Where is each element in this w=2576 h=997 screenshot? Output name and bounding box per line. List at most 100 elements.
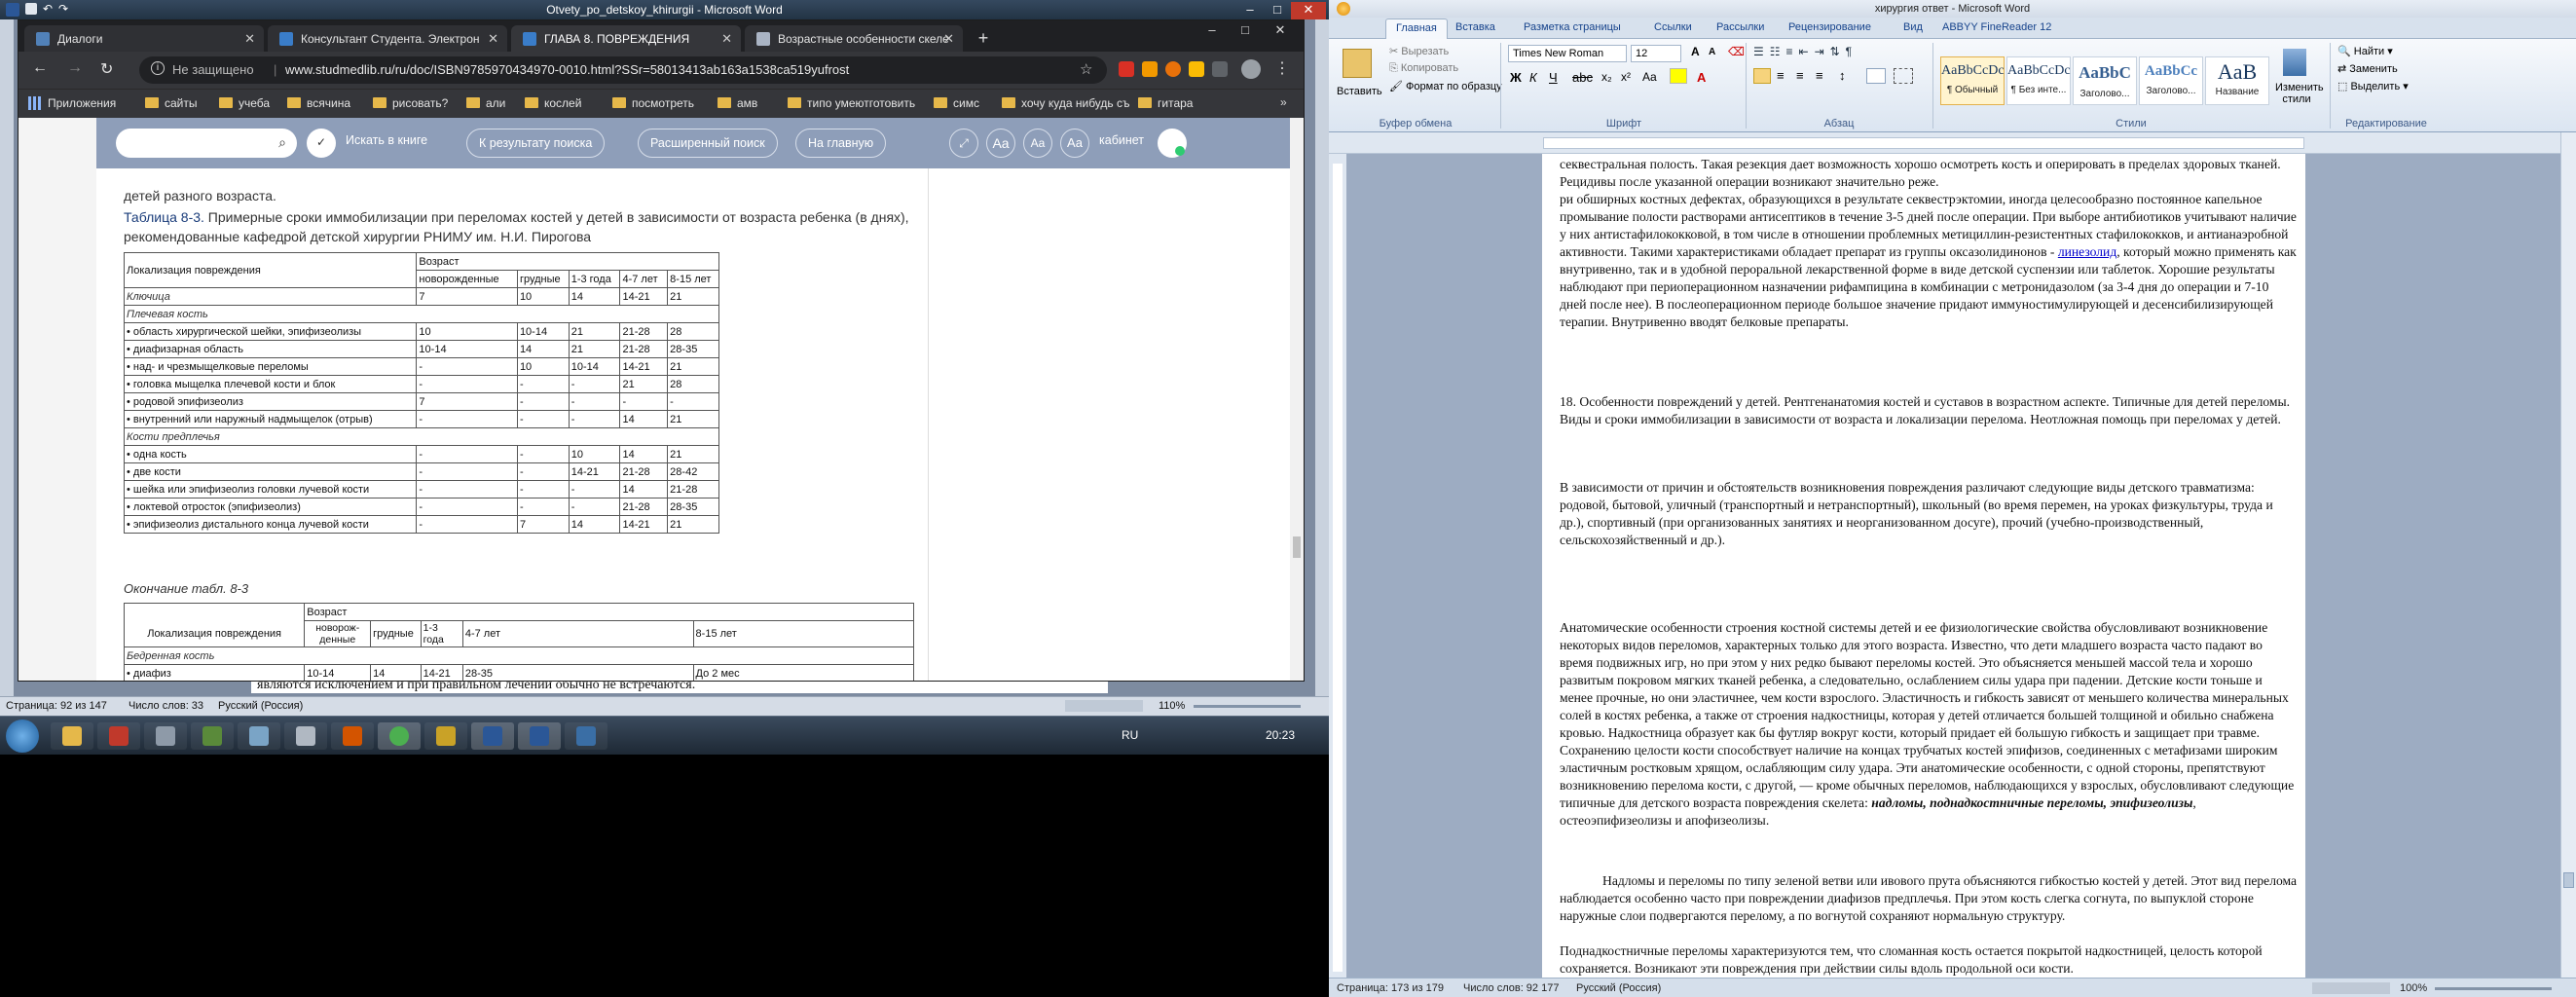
align-left-icon[interactable] — [1753, 68, 1771, 84]
extension-icon[interactable] — [1119, 61, 1134, 77]
start-button[interactable] — [6, 720, 39, 753]
search-icon[interactable]: ⌕ — [268, 129, 297, 158]
view-buttons[interactable] — [1065, 700, 1143, 712]
extension-icon[interactable] — [1212, 61, 1228, 77]
align-center-icon[interactable]: ≡ — [1777, 68, 1785, 83]
text-size-button[interactable]: Aa — [1060, 129, 1089, 158]
vertical-ruler[interactable] — [1329, 154, 1346, 978]
forward-icon[interactable]: → — [67, 59, 83, 77]
tab-consultant[interactable]: Консультант Студента. Электрон ✕ — [268, 25, 507, 52]
tab-insert[interactable]: Вставка — [1455, 21, 1495, 33]
tab-mailings[interactable]: Рассылки — [1716, 21, 1764, 33]
bookmark-folder[interactable]: всячина — [287, 96, 350, 110]
document-page[interactable]: секвестральная полость. Такая резекция д… — [1542, 154, 2305, 978]
scrollbar-thumb[interactable] — [1293, 536, 1301, 558]
grow-font-icon[interactable]: A — [1691, 45, 1700, 58]
taskbar-app[interactable] — [238, 722, 280, 750]
font-size-select[interactable]: 12 — [1631, 45, 1681, 62]
bookmark-folder[interactable]: амв — [718, 96, 757, 110]
paste-button[interactable]: Вставить — [1337, 86, 1382, 97]
tab-home[interactable]: Главная — [1385, 18, 1448, 39]
tab-references[interactable]: Ссылки — [1654, 21, 1692, 33]
taskbar-word[interactable] — [471, 722, 514, 750]
change-styles-button[interactable]: Изменить стили — [2275, 82, 2324, 105]
bookmark-folder[interactable]: учеба — [219, 96, 270, 110]
bookmark-folder[interactable]: хочу куда нибудь съ — [1002, 96, 1130, 110]
tab-review[interactable]: Рецензирование — [1788, 21, 1871, 33]
view-buttons[interactable] — [2312, 982, 2390, 994]
extension-icon[interactable] — [1189, 61, 1204, 77]
bookmark-folder[interactable]: типо умеютготовить — [788, 96, 915, 110]
home-button[interactable]: На главную — [795, 129, 887, 158]
vertical-scrollbar[interactable] — [2560, 132, 2576, 978]
text-size-button[interactable]: Aa — [1023, 129, 1052, 158]
bookmark-folder[interactable]: гитара — [1138, 96, 1193, 110]
font-name-select[interactable]: Times New Roman — [1508, 45, 1627, 62]
cabinet-link[interactable]: кабинет — [1099, 133, 1144, 147]
strike-icon[interactable]: abc — [1572, 70, 1593, 85]
list-icons[interactable]: ☰☷≡⇤⇥⇅¶ — [1753, 45, 1858, 58]
linezolid-link[interactable]: линезолид — [2058, 244, 2116, 259]
shading-icon[interactable] — [1866, 68, 1886, 84]
zoom-slider[interactable] — [2435, 987, 2552, 990]
close-button[interactable]: ✕ — [1291, 2, 1326, 19]
bold-icon[interactable]: Ж — [1510, 70, 1522, 85]
font-color-icon[interactable]: A — [1697, 70, 1706, 85]
star-icon[interactable]: ☆ — [1080, 60, 1092, 78]
search-in-book-button[interactable]: Искать в книге — [346, 133, 427, 147]
new-tab-button[interactable]: + — [973, 28, 994, 50]
taskbar-pdf[interactable] — [97, 722, 140, 750]
taskbar-chrome[interactable] — [378, 722, 421, 750]
close-icon[interactable]: ✕ — [488, 31, 498, 47]
replace-button[interactable]: ⇄ Заменить — [2337, 62, 2398, 75]
taskbar-app[interactable] — [284, 722, 327, 750]
shrink-font-icon[interactable]: A — [1709, 47, 1715, 57]
justify-icon[interactable]: ≡ — [1816, 68, 1823, 83]
more-bookmarks-icon[interactable]: » — [1280, 95, 1287, 109]
style-no-spacing[interactable]: AaBbCcDc ¶ Без инте... — [2006, 56, 2071, 105]
highlight-icon[interactable] — [1670, 68, 1687, 84]
copy-button[interactable]: ⎘ Копировать — [1389, 62, 1458, 75]
taskbar-app[interactable] — [144, 722, 187, 750]
chrome-close-button[interactable]: ✕ — [1267, 22, 1294, 40]
tab-page-layout[interactable]: Разметка страницы — [1524, 21, 1621, 33]
page-count[interactable]: Страница: 173 из 179 — [1337, 982, 1444, 994]
taskbar-app[interactable] — [191, 722, 234, 750]
check-icon[interactable]: ✓ — [307, 129, 336, 158]
advanced-search-button[interactable]: Расширенный поиск — [638, 129, 778, 158]
change-case-icon[interactable]: Aa — [1642, 70, 1657, 84]
find-button[interactable]: 🔍 Найти ▾ — [2337, 45, 2393, 57]
bookmark-folder[interactable]: рисовать? — [373, 96, 448, 110]
page-scrollbar[interactable] — [1290, 118, 1304, 681]
format-painter-button[interactable]: 🖌 Формат по образцу — [1389, 80, 1502, 92]
language[interactable]: Русский (Россия) — [218, 700, 303, 712]
taskbar-app[interactable] — [565, 722, 607, 750]
cut-button[interactable]: ✂ Вырезать — [1389, 45, 1449, 57]
style-heading1[interactable]: AaBbC Заголово... — [2073, 56, 2137, 105]
url-text[interactable]: www.studmedlib.ru/ru/doc/ISBN97859704349… — [285, 62, 849, 77]
chrome-minimize-button[interactable]: – — [1198, 22, 1226, 40]
page-count[interactable]: Страница: 92 из 147 — [6, 700, 107, 712]
bookmark-folder[interactable]: посмотреть — [612, 96, 694, 110]
zoom-level[interactable]: 100% — [2400, 982, 2427, 994]
style-title[interactable]: AaB Название — [2205, 56, 2269, 105]
extension-icon[interactable] — [1165, 61, 1181, 77]
close-icon[interactable]: ✕ — [721, 31, 732, 47]
taskbar-app[interactable] — [331, 722, 374, 750]
scrollbar-thumb[interactable] — [2563, 872, 2574, 888]
bookmark-apps[interactable]: Приложения — [48, 96, 116, 110]
bookmark-folder[interactable]: кослей — [525, 96, 581, 110]
info-icon[interactable]: i — [151, 61, 165, 75]
clear-format-icon[interactable]: ⌫ — [1728, 45, 1745, 58]
text-size-button[interactable]: Aa — [986, 129, 1015, 158]
taskbar-app[interactable] — [424, 722, 467, 750]
clock[interactable]: 20:23 — [1266, 728, 1295, 742]
fullscreen-icon[interactable]: ⤢ — [949, 129, 978, 158]
italic-icon[interactable]: К — [1529, 70, 1537, 85]
book-search-input[interactable] — [116, 129, 268, 158]
to-results-button[interactable]: К результату поиска — [466, 129, 606, 158]
apps-icon[interactable] — [28, 96, 42, 110]
underline-icon[interactable]: Ч — [1549, 70, 1558, 85]
menu-icon[interactable]: ⋮ — [1274, 58, 1290, 78]
language-indicator[interactable]: RU — [1122, 728, 1138, 742]
